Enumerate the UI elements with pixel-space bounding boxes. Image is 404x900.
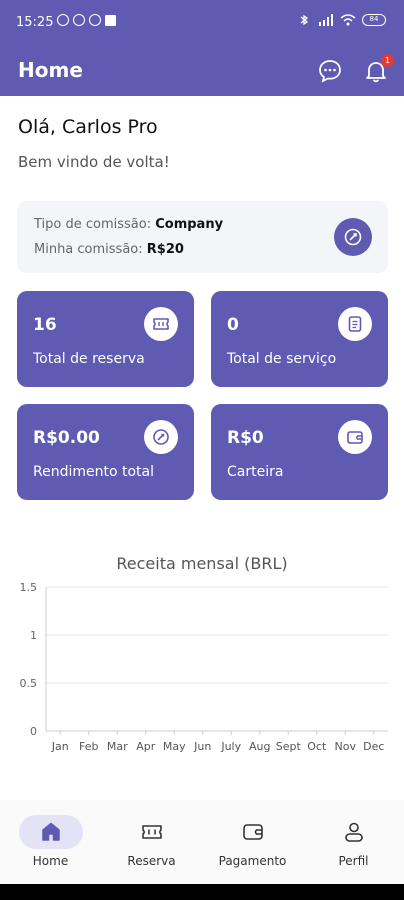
commission-mine-label: Minha comissão: [34, 242, 147, 257]
stat-icon-circle [338, 420, 372, 454]
y-tick-label: 1.5 [20, 581, 38, 594]
x-tick-label: Jan [51, 740, 69, 753]
chart-title: Receita mensal (BRL) [116, 554, 288, 573]
home-icon [41, 822, 60, 841]
signal-icon [319, 14, 333, 26]
stat-label: Carteira [227, 464, 284, 480]
y-tick-label: 0.5 [20, 677, 38, 690]
commission-card: Tipo de comissão: Company Minha comissão… [17, 201, 388, 273]
stat-icon-circle [144, 420, 178, 454]
status-system-icons: 84 [296, 14, 386, 26]
commission-icon-button[interactable] [334, 218, 372, 256]
stat-label: Rendimento total [33, 464, 155, 480]
nav-item-reserva[interactable]: Reserva [101, 800, 202, 884]
greeting-title: Olá, Carlos Pro [18, 116, 158, 138]
document-icon [348, 316, 362, 332]
y-tick-label: 0 [30, 725, 37, 738]
stat-label: Total de serviço [227, 351, 337, 367]
bottom-navigation: Home Reserva Pagamento Perfil [0, 800, 404, 884]
x-tick-label: Aug [249, 740, 270, 753]
y-tick-label: 1 [30, 629, 37, 642]
status-time: 15:25 [16, 15, 54, 30]
x-tick-label: Nov [335, 740, 357, 753]
x-tick-label: Dec [363, 740, 384, 753]
stat-value: 0 [227, 315, 239, 335]
revenue-chart: 0 0.5 1 1.5 Jan Feb Mar Apr May Jun July Aug Sept Oct… [20, 581, 388, 753]
x-tick-label: Sept [276, 740, 302, 753]
x-tick-label: Apr [136, 740, 156, 753]
x-tick-label: Jun [193, 740, 211, 753]
instagram-icon [89, 14, 101, 26]
stat-label: Total de reserva [33, 351, 145, 367]
gauge-icon [153, 429, 169, 445]
wallet-icon [347, 431, 363, 444]
notification-badge: 1 [381, 54, 394, 67]
commission-type-value: Company [155, 217, 224, 232]
x-tick-label: July [220, 740, 241, 753]
battery-icon: 84 [362, 14, 386, 26]
status-bar: 15:25 84 [0, 0, 404, 48]
gauge-icon [344, 228, 362, 246]
x-tick-label: May [163, 740, 186, 753]
chat-bubble-icon[interactable] [317, 58, 343, 84]
commission-type-label: Tipo de comissão: [34, 217, 156, 232]
stat-value: R$0.00 [33, 428, 100, 448]
nav-label: Reserva [127, 854, 176, 868]
stat-icon-circle [144, 307, 178, 341]
page-title: Home [18, 58, 83, 82]
nav-label: Pagamento [218, 854, 287, 868]
bluetooth-icon [300, 14, 309, 26]
commission-mine-value: R$20 [146, 242, 184, 257]
stat-card-total-servico[interactable]: 0 Total de serviço [211, 291, 388, 387]
stat-card-carteira[interactable]: R$0 Carteira [211, 404, 388, 500]
stat-value: R$0 [227, 428, 264, 448]
commission-type: Tipo de comissão: Company [34, 217, 223, 232]
nav-label: Home [32, 854, 69, 868]
screen: 15:25 84 Home 1 Olá, Carlos Pro Bem vind… [0, 0, 404, 900]
commission-mine: Minha comissão: R$20 [34, 242, 184, 257]
app-bar: Home 1 [0, 48, 404, 96]
ticket-icon [141, 825, 162, 839]
wallet-icon [242, 824, 263, 840]
stat-card-rendimento-total[interactable]: R$0.00 Rendimento total [17, 404, 194, 500]
status-notification-icons [57, 14, 116, 26]
wifi-icon [340, 14, 356, 26]
whatsapp-icon [73, 14, 85, 26]
x-tick-label: Mar [107, 740, 128, 753]
nav-item-perfil[interactable]: Perfil [303, 800, 404, 884]
system-navigation-bar [0, 884, 404, 900]
ticket-icon [153, 318, 169, 330]
stat-icon-circle [338, 307, 372, 341]
alarm-icon [57, 14, 69, 26]
nav-item-home[interactable]: Home [0, 800, 101, 884]
nav-item-pagamento[interactable]: Pagamento [202, 800, 303, 884]
stat-card-total-reserva[interactable]: 16 Total de reserva [17, 291, 194, 387]
x-tick-label: Feb [79, 740, 98, 753]
greeting-subtitle: Bem vindo de volta! [18, 153, 170, 171]
stat-value: 16 [33, 315, 57, 335]
app-icon [105, 14, 116, 26]
x-tick-label: Oct [307, 740, 327, 753]
nav-label: Perfil [338, 854, 369, 868]
person-icon [344, 822, 363, 842]
notification-button[interactable]: 1 [360, 54, 394, 84]
